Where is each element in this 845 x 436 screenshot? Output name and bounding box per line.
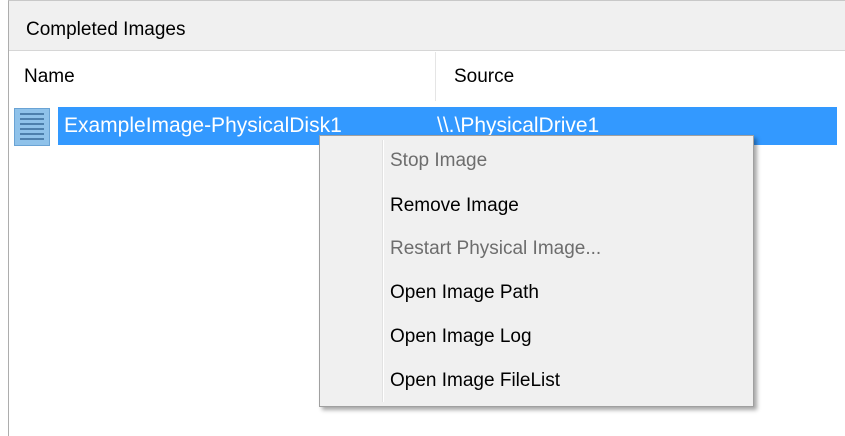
menu-gutter-divider [382,140,384,402]
panel-title: Completed Images [26,19,186,40]
panel-header: Completed Images [9,1,845,51]
disk-image-icon-pattern [20,113,44,141]
menu-item-restart-physical-image[interactable]: Restart Physical Image... [390,237,601,261]
column-header-name[interactable]: Name [9,52,436,101]
menu-item-open-image-filelist[interactable]: Open Image FileList [390,369,560,393]
disk-image-icon [14,108,50,146]
menu-item-stop-image[interactable]: Stop Image [390,149,487,173]
column-header-source[interactable]: Source [436,52,845,101]
menu-item-open-image-log[interactable]: Open Image Log [390,325,532,349]
context-menu: Stop Image Remove Image Restart Physical… [319,135,754,407]
menu-item-remove-image[interactable]: Remove Image [390,194,519,218]
menu-item-open-image-path[interactable]: Open Image Path [390,281,539,305]
